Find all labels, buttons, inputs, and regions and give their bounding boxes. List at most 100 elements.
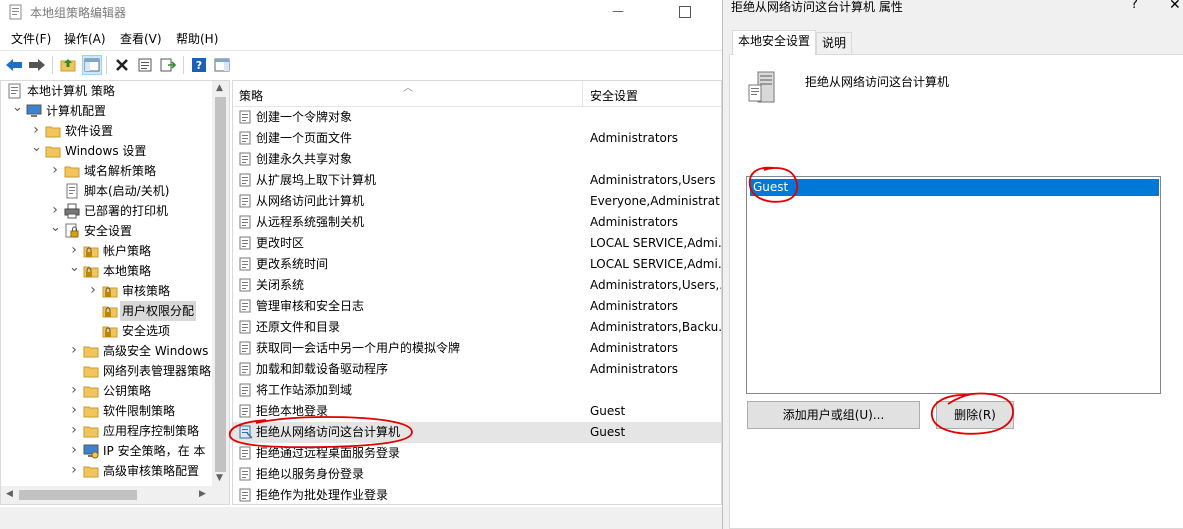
folder-icon bbox=[83, 426, 99, 438]
maximize-button[interactable] bbox=[664, 0, 704, 24]
forward-icon[interactable] bbox=[27, 55, 47, 75]
console-tree: 本地计算机 策略 ⌄ 计算机配置 › 软件设置 ⌄ Windows 设置 › 域名解析策略 脚本(… bbox=[0, 80, 230, 505]
column-security-setting[interactable]: 安全设置 bbox=[590, 87, 638, 104]
table-row[interactable]: 从远程系统强制关机 Administrators bbox=[233, 212, 721, 233]
policy-item-icon bbox=[239, 320, 251, 334]
policy-item-icon bbox=[239, 131, 251, 145]
tree-item-label: 计算机配置 bbox=[46, 104, 107, 118]
security-folder-icon bbox=[83, 246, 99, 258]
table-row[interactable]: 获取同一会话中另一个用户的模拟令牌 Administrators bbox=[233, 338, 721, 359]
expand-chevron-icon[interactable]: › bbox=[50, 161, 60, 181]
table-row[interactable]: 关闭系统 Administrators,Users,... bbox=[233, 275, 722, 296]
security-setting-cell: Administrators,Users,... bbox=[590, 278, 722, 292]
expand-chevron-icon[interactable]: › bbox=[69, 341, 79, 361]
computer-policy-icon bbox=[8, 83, 21, 99]
list-item[interactable]: Guest bbox=[750, 179, 1159, 196]
folder-icon bbox=[45, 146, 61, 158]
tree-horizontal-scrollbar[interactable]: ◀ ▶ bbox=[1, 486, 229, 504]
close-button[interactable]: ✕ bbox=[1169, 0, 1181, 13]
menu-action[interactable]: 操作(A) bbox=[64, 30, 106, 47]
back-icon[interactable] bbox=[4, 55, 24, 75]
export-list-icon[interactable] bbox=[158, 55, 178, 75]
policy-name-cell: 获取同一会话中另一个用户的模拟令牌 bbox=[256, 341, 461, 355]
scroll-up-icon[interactable]: ▲ bbox=[216, 83, 223, 93]
tree-item-label: 本地计算机 策略 bbox=[27, 84, 115, 98]
column-policy[interactable]: 策略 bbox=[239, 87, 263, 104]
show-action-pane-icon[interactable] bbox=[212, 55, 232, 75]
collapse-chevron-icon[interactable]: ⌄ bbox=[31, 141, 42, 161]
collapse-chevron-icon[interactable]: ⌄ bbox=[69, 261, 80, 281]
table-row[interactable]: 从网络访问此计算机 Everyone,Administrat... bbox=[233, 191, 722, 212]
table-row[interactable]: 创建永久共享对象 bbox=[233, 149, 721, 170]
table-row[interactable]: 拒绝作为批处理作业登录 bbox=[233, 485, 721, 504]
sort-ascending-icon: ︿ bbox=[403, 83, 413, 94]
help-icon[interactable]: ? bbox=[189, 55, 209, 75]
table-row[interactable]: 更改时区 LOCAL SERVICE,Admi... bbox=[233, 233, 722, 254]
help-button[interactable]: ? bbox=[1131, 0, 1138, 12]
table-row[interactable]: 管理审核和安全日志 Administrators bbox=[233, 296, 721, 317]
tree-item-label: 域名解析策略 bbox=[84, 164, 157, 178]
menu-file[interactable]: 文件(F) bbox=[11, 30, 51, 47]
scroll-right-icon[interactable]: ▶ bbox=[199, 489, 206, 499]
expand-chevron-icon[interactable]: › bbox=[69, 401, 79, 421]
scroll-thumb[interactable] bbox=[19, 490, 137, 500]
tab-local-security-setting[interactable]: 本地安全设置 bbox=[732, 30, 817, 55]
tree-item-label: IP 安全策略，在 本 bbox=[103, 444, 206, 458]
expand-chevron-icon[interactable]: › bbox=[69, 381, 79, 401]
security-setting-cell: Everyone,Administrat... bbox=[590, 194, 722, 208]
tree-item-label: 软件设置 bbox=[65, 124, 114, 138]
tree-item-label: 安全选项 bbox=[122, 324, 171, 338]
expand-chevron-icon[interactable]: › bbox=[69, 441, 79, 461]
properties-dialog: 拒绝从网络访问这台计算机 属性 ? ✕ 本地安全设置 说明 拒绝从网络访问这台计… bbox=[722, 0, 1183, 529]
table-row[interactable]: 拒绝以服务身份登录 bbox=[233, 464, 721, 485]
add-user-or-group-button[interactable]: 添加用户或组(U)... bbox=[747, 401, 920, 429]
table-row[interactable]: 更改系统时间 LOCAL SERVICE,Admi... bbox=[233, 254, 721, 275]
policy-item-icon bbox=[239, 341, 251, 355]
security-setting-cell: Guest bbox=[590, 425, 626, 439]
window-title: 本地组策略编辑器 bbox=[30, 6, 127, 20]
user-group-list[interactable]: Guest bbox=[746, 176, 1161, 394]
security-setting-cell: Administrators bbox=[590, 131, 679, 145]
folder-icon bbox=[83, 406, 99, 418]
table-row[interactable]: 还原文件和目录 Administrators,Backu... bbox=[233, 317, 721, 338]
policy-name-cell: 从扩展坞上取下计算机 bbox=[256, 173, 377, 187]
table-row[interactable]: 创建一个令牌对象 bbox=[233, 107, 721, 128]
toolbar: ? bbox=[0, 50, 722, 78]
tab-explain[interactable]: 说明 bbox=[816, 32, 853, 54]
expand-chevron-icon[interactable]: › bbox=[31, 121, 41, 141]
table-row[interactable]: 将工作站添加到域 bbox=[233, 380, 721, 401]
expand-chevron-icon[interactable]: › bbox=[69, 241, 79, 261]
policy-name-cell: 从网络访问此计算机 bbox=[256, 194, 365, 208]
tree-item-label: 脚本(启动/关机) bbox=[84, 184, 170, 198]
policy-name-cell: 更改系统时间 bbox=[256, 257, 329, 271]
properties-icon[interactable] bbox=[135, 55, 155, 75]
table-row[interactable]: 加载和卸载设备驱动程序 Administrators bbox=[233, 359, 721, 380]
red-annotation-circle bbox=[931, 392, 1014, 435]
scroll-down-icon[interactable]: ▼ bbox=[216, 473, 223, 483]
collapse-chevron-icon[interactable]: ⌄ bbox=[12, 101, 23, 121]
scroll-thumb[interactable] bbox=[215, 97, 226, 472]
table-row[interactable]: 创建一个页面文件 Administrators bbox=[233, 128, 721, 149]
expand-chevron-icon[interactable]: › bbox=[50, 201, 60, 221]
policy-item-icon bbox=[239, 152, 251, 166]
up-folder-icon[interactable] bbox=[58, 55, 78, 75]
collapse-chevron-icon[interactable]: ⌄ bbox=[50, 221, 61, 241]
security-setting-cell: Administrators bbox=[590, 215, 679, 229]
show-hide-tree-icon[interactable] bbox=[82, 55, 102, 75]
expand-chevron-icon[interactable]: › bbox=[69, 461, 79, 481]
policy-name-cell: 拒绝以服务身份登录 bbox=[256, 467, 365, 481]
policy-name-cell: 创建一个页面文件 bbox=[256, 131, 353, 145]
scroll-left-icon[interactable]: ◀ bbox=[6, 489, 13, 499]
security-setting-cell: LOCAL SERVICE,Admi... bbox=[590, 236, 722, 250]
menu-view[interactable]: 查看(V) bbox=[120, 30, 162, 47]
menu-help[interactable]: 帮助(H) bbox=[176, 30, 218, 47]
expand-chevron-icon[interactable]: › bbox=[88, 281, 98, 301]
minimize-button[interactable]: — bbox=[598, 0, 638, 24]
tree-item-label: 用户权限分配 bbox=[120, 301, 197, 321]
server-icon bbox=[748, 71, 775, 103]
table-row[interactable]: 从扩展坞上取下计算机 Administrators,Users bbox=[233, 170, 721, 191]
menu-bar: 文件(F) 操作(A) 查看(V) 帮助(H) bbox=[0, 28, 722, 48]
expand-chevron-icon[interactable]: › bbox=[69, 421, 79, 441]
delete-icon[interactable] bbox=[112, 55, 132, 75]
tree-item-label: 应用程序控制策略 bbox=[103, 424, 200, 438]
